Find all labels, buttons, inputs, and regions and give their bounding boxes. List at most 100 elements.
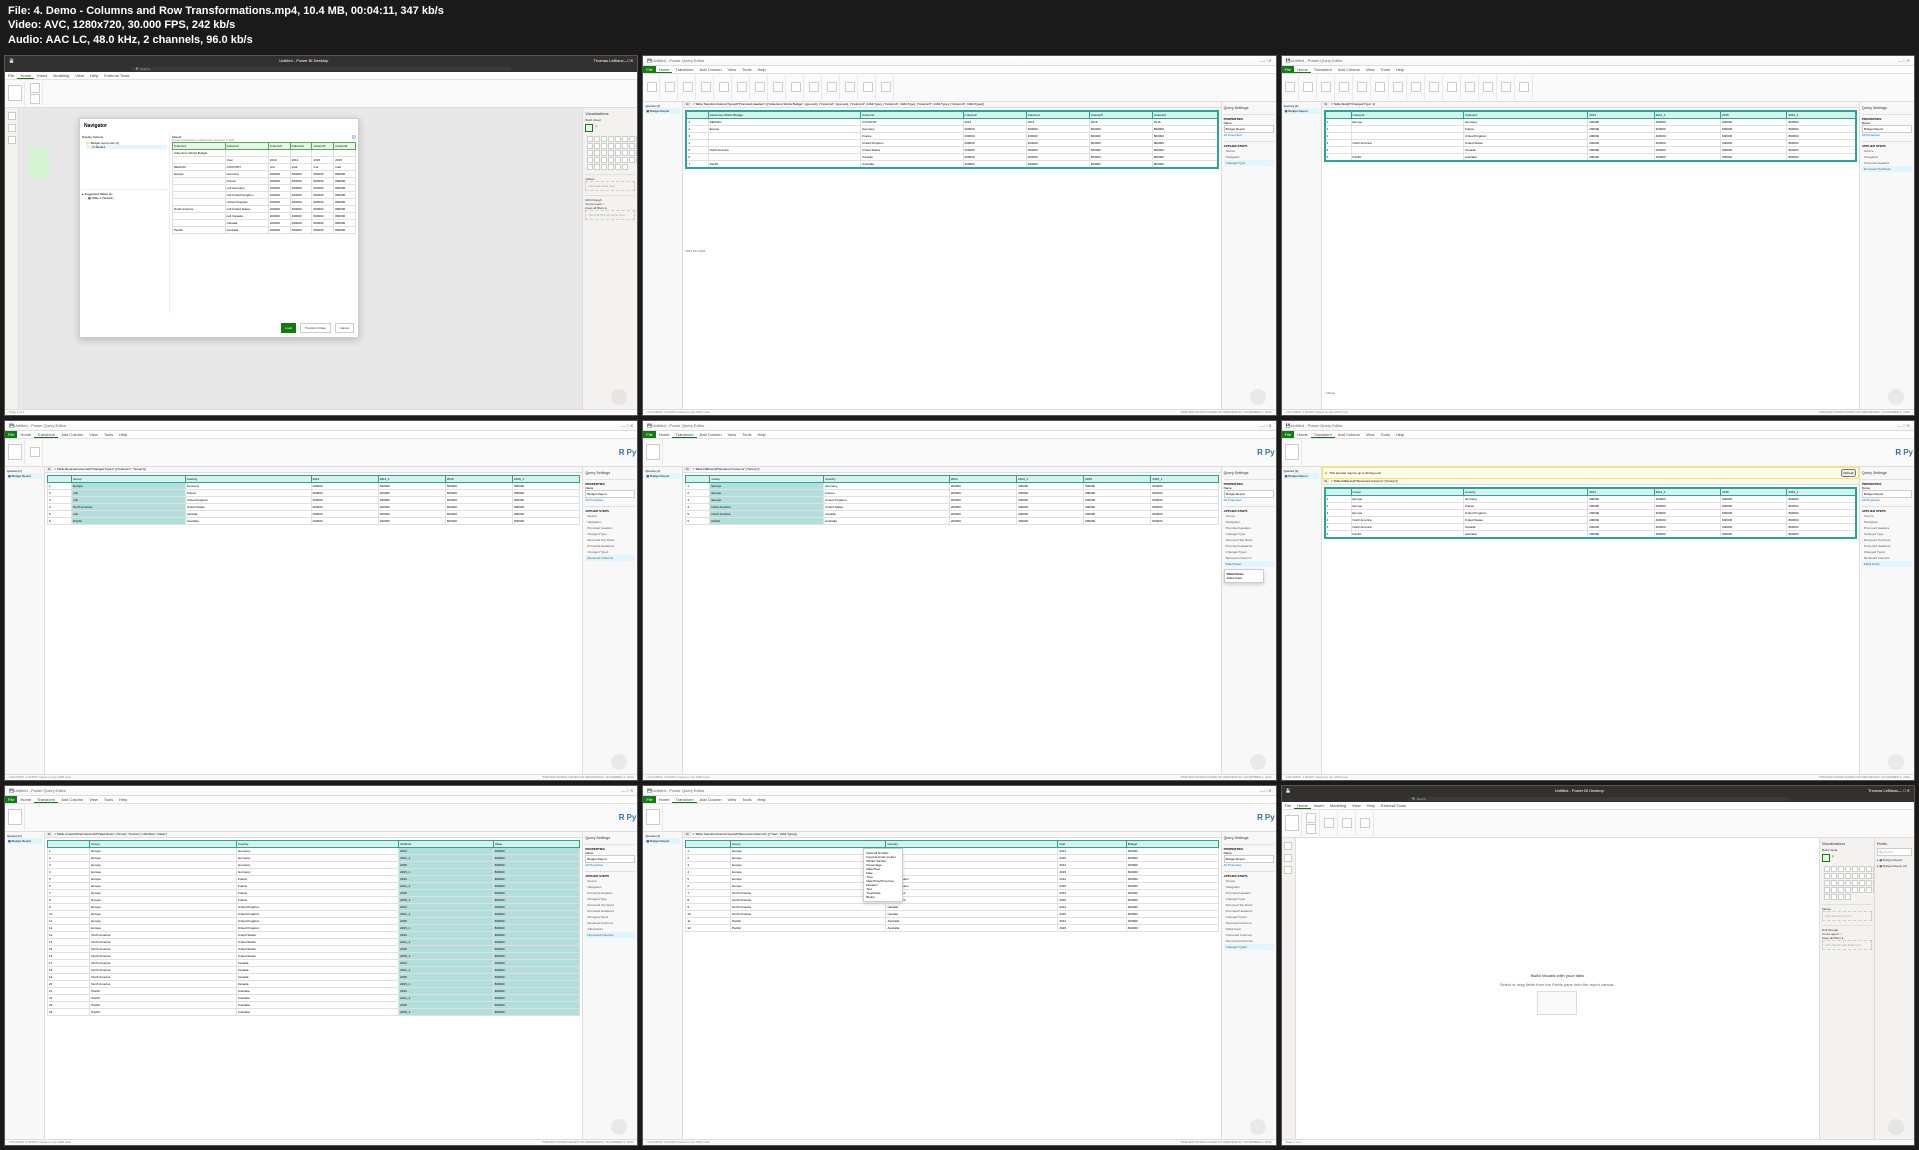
cell[interactable] — [48, 840, 90, 847]
cell[interactable]: Country — [1463, 488, 1587, 496]
ribbon-button[interactable] — [1429, 82, 1439, 92]
tab-view[interactable]: View — [725, 66, 740, 73]
cell[interactable]: Group — [1351, 488, 1463, 496]
table-row[interactable]: 6PacificAustralia20000040000060000080000… — [1325, 153, 1856, 161]
table-row[interactable]: 2EuropeFrance200000400000600000800000 — [686, 489, 1218, 496]
tab-home[interactable]: Home — [656, 66, 673, 73]
table-row[interactable]: France200000400000600000800000 — [173, 177, 356, 184]
cell[interactable]: 2014 — [1588, 488, 1654, 496]
table-row[interactable]: PacificAustralia200000400000600000800000 — [173, 226, 356, 233]
applied-step[interactable]: Unpivoted Columns — [585, 932, 635, 938]
field-item[interactable]: ▸ ▦ Budget Report (2) — [1877, 864, 1912, 868]
table-row[interactable]: 12EuropeUnited Kingdom2015_1800000 — [48, 924, 580, 931]
tab-home[interactable]: Home — [17, 72, 34, 79]
table-row[interactable]: 2EuropeFrance200000400000600000800000 — [1325, 502, 1856, 509]
table-row[interactable]: 7EuropeFrance2015600000 — [48, 889, 580, 896]
suggested-item[interactable]: ▦ Table 1 (Sheet1) — [82, 196, 167, 200]
table-row[interactable]: 3EuropeUnited Kingdom2000004000006000008… — [686, 496, 1218, 503]
table-row[interactable]: 3EuropeFrance2014200000 — [686, 861, 1218, 868]
transform-button[interactable]: Transform Data — [300, 323, 331, 333]
r-icon[interactable]: R — [619, 448, 625, 457]
cell[interactable]: 2015_1 — [1151, 475, 1218, 482]
build-icon[interactable] — [585, 124, 593, 132]
table-row[interactable]: 2EuropeGermany2015600000 — [686, 854, 1218, 861]
ribbon-button[interactable] — [683, 82, 693, 92]
applied-step[interactable]: Filled Down — [1862, 561, 1912, 567]
cell[interactable] — [1325, 111, 1351, 119]
table-row[interactable]: 4North AmericaUnited States2000004000006… — [48, 503, 580, 510]
cell[interactable] — [1325, 488, 1351, 496]
table-row[interactable]: 9North AmericaCanada2014200000 — [686, 903, 1218, 910]
ribbon-button[interactable] — [665, 82, 675, 92]
cell[interactable]: Year — [1058, 840, 1126, 847]
table-row[interactable]: 23PacificAustralia2015600000 — [48, 1001, 580, 1008]
table-row[interactable]: 3United Kingdom200000400000600000800000 — [1325, 132, 1856, 139]
table-row[interactable]: 1EuropeGermany200000400000600000800000 — [1325, 118, 1856, 125]
table-row[interactable]: 2EuropeGermany200000400000600000800000 — [686, 125, 1217, 132]
table-row[interactable]: EuropeGermany200000400000600000800000 — [173, 170, 356, 177]
cell[interactable]: Column3 — [963, 111, 1026, 119]
table-row[interactable]: 7PacificAustralia20000040000060000080000… — [686, 160, 1217, 168]
table-row[interactable]: Adventure Works Budget — [173, 149, 356, 156]
table-row[interactable]: 1EuropeGermany200000400000600000800000 — [1325, 495, 1856, 502]
cell[interactable]: 2014_1 — [1654, 111, 1720, 119]
get-data-button[interactable] — [30, 83, 40, 93]
search-box[interactable]: 🔍 Search — [131, 67, 510, 71]
cell[interactable]: Column6 — [334, 142, 356, 149]
ribbon-button[interactable] — [1519, 82, 1529, 92]
data-table[interactable]: GroupCountry20142014_120152015_1 1Europe… — [47, 475, 580, 525]
tab-insert[interactable]: Insert — [34, 72, 50, 79]
cell[interactable]: Group — [731, 840, 886, 847]
table-row[interactable]: 10EuropeUnited Kingdom2014_1400000 — [48, 910, 580, 917]
tab-external[interactable]: External Tools — [101, 72, 132, 79]
menu-item[interactable]: Binary — [866, 895, 900, 899]
ribbon-button[interactable] — [809, 82, 819, 92]
query-item[interactable]: ▦ Budget Report — [645, 108, 680, 114]
tab-file[interactable]: File — [643, 66, 655, 73]
table-row[interactable]: 6Canada200000400000600000800000 — [686, 153, 1217, 160]
ribbon-button[interactable] — [647, 82, 657, 92]
ribbon-button[interactable] — [1375, 82, 1385, 92]
table-row[interactable]: 4North AmericaUnited States2000004000006… — [686, 503, 1218, 510]
ribbon-button[interactable] — [1411, 82, 1421, 92]
cell[interactable]: Value — [493, 840, 580, 847]
table-row[interactable]: Year2014201420152015 — [173, 156, 356, 163]
table-row[interactable]: North Americanull United States200000400… — [173, 205, 356, 212]
cell[interactable]: 2014 — [949, 475, 1016, 482]
ribbon-button[interactable] — [737, 82, 747, 92]
cell[interactable]: Column3 — [268, 142, 290, 149]
values-drop[interactable]: Add data fields here — [585, 181, 635, 191]
table-row[interactable]: 1EuropeGermany2014200000 — [48, 847, 580, 854]
table-row[interactable]: 24PacificAustralia2015_1800000 — [48, 1008, 580, 1015]
table-row[interactable]: 5Canada200000400000600000800000 — [1325, 146, 1856, 153]
table-row[interactable]: 6PacificAustralia20000040000060000080000… — [1325, 530, 1856, 538]
fields-search[interactable]: 🔍 Search — [1877, 848, 1912, 856]
cell[interactable] — [686, 475, 710, 482]
cell[interactable]: 2015 — [1084, 475, 1151, 482]
play-icon[interactable]: ▷ — [595, 124, 597, 132]
ribbon-button[interactable] — [701, 82, 711, 92]
table-row[interactable]: 5North AmericaUnited States2000004000006… — [686, 146, 1217, 153]
cell[interactable]: 2014_1 — [1017, 475, 1084, 482]
applied-step[interactable]: Removed Top Rows — [1862, 166, 1912, 172]
table-row[interactable]: 5North AmericaCanada20000040000060000080… — [1325, 523, 1856, 530]
table-row[interactable]: 5North AmericaCanada20000040000060000080… — [686, 510, 1218, 517]
all-props[interactable]: All Properties — [1224, 133, 1274, 137]
cell[interactable] — [686, 111, 708, 119]
ribbon-button[interactable] — [719, 82, 729, 92]
cell[interactable] — [686, 840, 731, 847]
cell[interactable]: 2015_1 — [1787, 111, 1856, 119]
table-row[interactable]: 16North AmericaUnited States2015_1800000 — [48, 952, 580, 959]
drill-drop[interactable]: Add drill-through fields here — [585, 210, 635, 220]
cell[interactable]: Country — [236, 840, 398, 847]
applied-step[interactable]: Renamed Columns — [585, 555, 635, 561]
table-row[interactable]: 9EuropeUnited Kingdom2014200000 — [48, 903, 580, 910]
cell[interactable]: Column2 — [861, 111, 963, 119]
tab-file[interactable]: File — [5, 72, 17, 79]
table-row[interactable]: 3EuropeUnited Kingdom2000004000006000008… — [1325, 509, 1856, 516]
report-view-icon[interactable] — [8, 112, 16, 120]
sheet-node[interactable]: ☑ Sheet1 — [86, 145, 167, 149]
cell[interactable]: 2014 — [1588, 111, 1654, 119]
table-row[interactable]: 1REGIONCOUNTRY2014201420152015 — [686, 118, 1217, 125]
table-row[interactable]: 5EuropeUnited Kingdom2014200000 — [686, 875, 1218, 882]
